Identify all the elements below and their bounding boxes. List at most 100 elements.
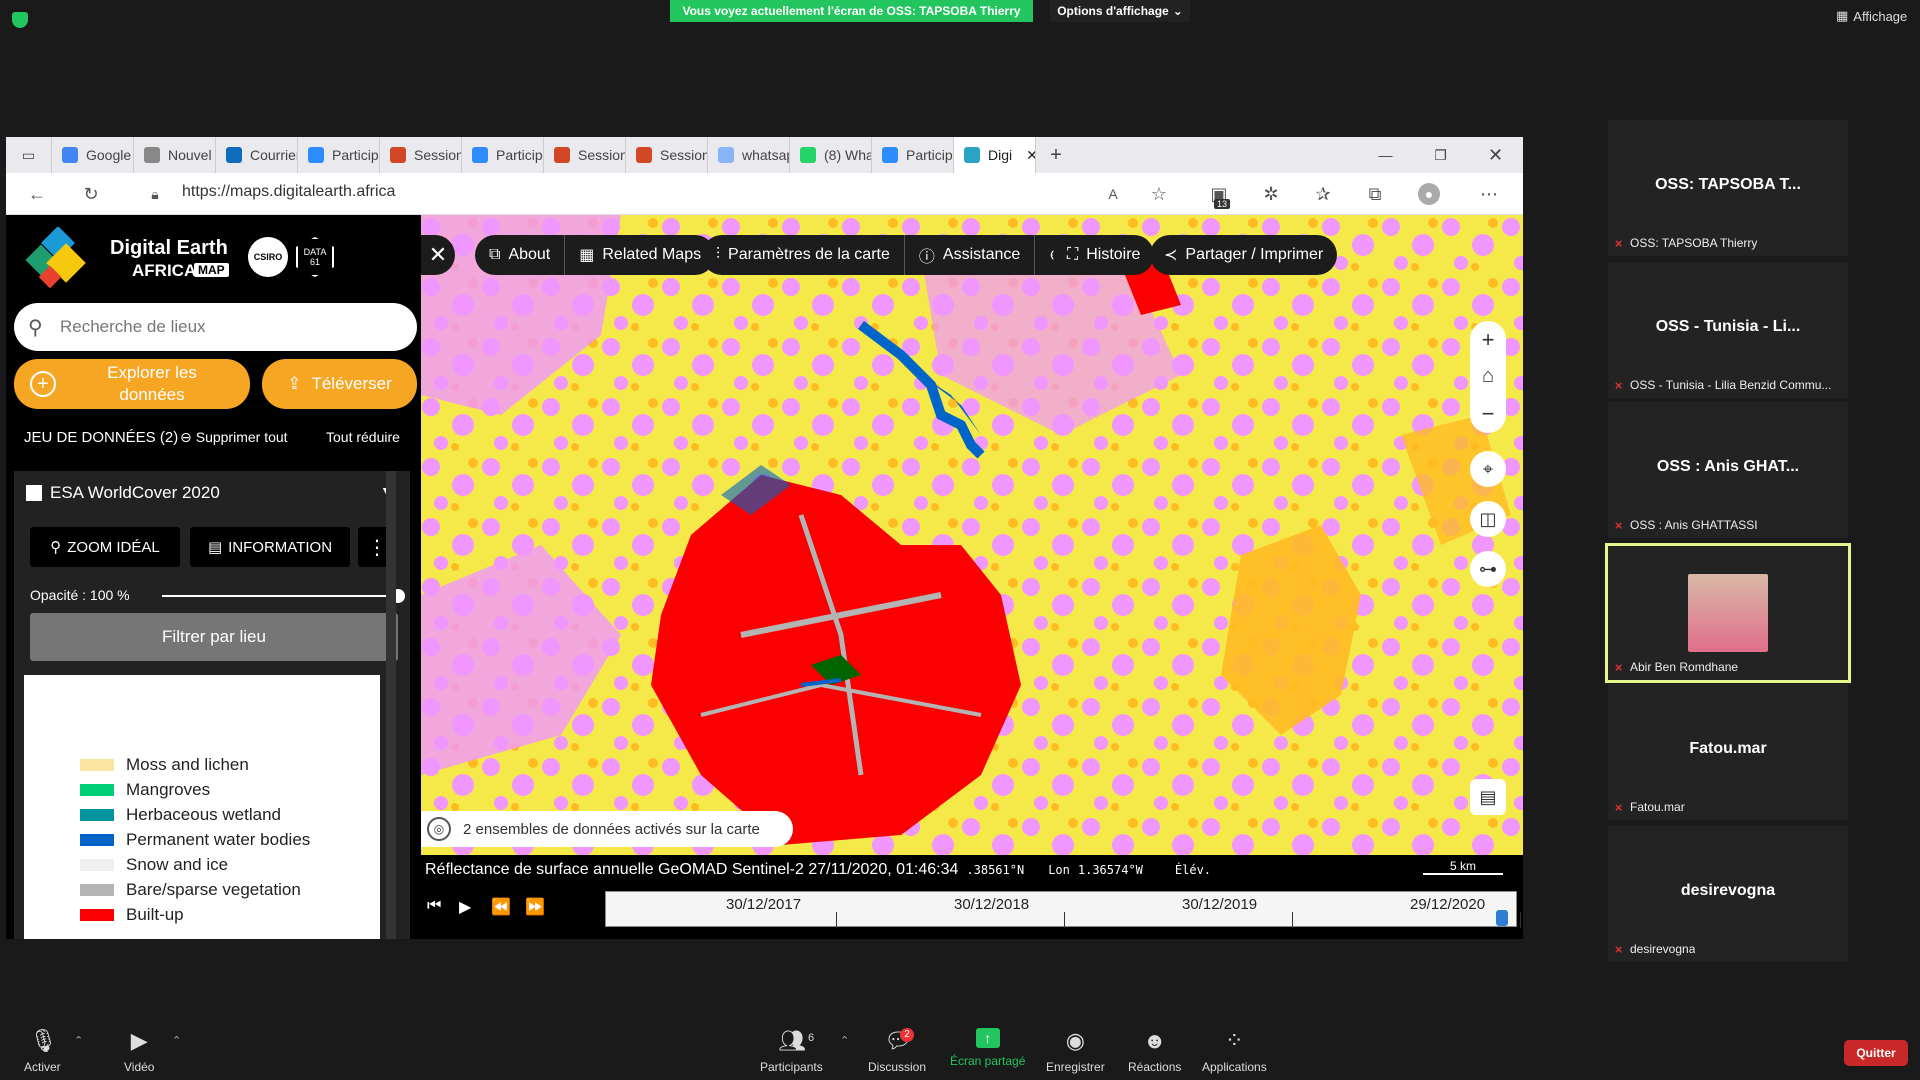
- related-maps-button[interactable]: ▦ Related Maps: [565, 235, 715, 275]
- upload-button[interactable]: ⇪ Téléverser: [262, 359, 417, 409]
- participant-tile[interactable]: OSS : Anis GHAT... ⨯ OSS : Anis GHATTASSI: [1608, 402, 1848, 538]
- participant-display-name: desirevogna: [1680, 882, 1776, 899]
- browser-tab[interactable]: Participa: [872, 137, 954, 173]
- profile-avatar-icon[interactable]: ●: [1418, 183, 1440, 205]
- favorites-icon[interactable]: ✰: [1312, 183, 1334, 205]
- browser-tab[interactable]: Google: [52, 137, 134, 173]
- refresh-icon[interactable]: ↻: [80, 183, 102, 205]
- browser-tab[interactable]: Session ·: [380, 137, 462, 173]
- more-menu-icon[interactable]: ⋯: [1478, 183, 1500, 205]
- timeline-track[interactable]: 30/12/2017 30/12/2018 30/12/2019 29/12/2020: [605, 891, 1521, 928]
- browser-tab[interactable]: Digi ✕: [954, 137, 1036, 173]
- home-icon[interactable]: ⌂: [1470, 365, 1506, 388]
- quit-button[interactable]: Quitter: [1844, 1040, 1908, 1066]
- rewind-icon[interactable]: ⏪: [491, 897, 511, 917]
- browser-tab[interactable]: Participa: [298, 137, 380, 173]
- zoom-out-icon[interactable]: −: [1470, 401, 1506, 427]
- active-datasets-indicator[interactable]: ◎ 2 ensembles de données activés sur la …: [421, 811, 793, 847]
- participant-name: Abir Ben Romdhane: [1630, 660, 1739, 674]
- feedback-icon[interactable]: ▤: [1470, 779, 1506, 815]
- audio-options-chevron-icon[interactable]: ⌃: [74, 1034, 83, 1047]
- video-options-chevron-icon[interactable]: ⌃: [172, 1034, 181, 1047]
- video-button[interactable]: ▶ Vidéo: [124, 1028, 154, 1074]
- close-window-icon[interactable]: ✕: [1468, 137, 1523, 173]
- explore-data-button[interactable]: + Explorer les données: [14, 359, 250, 409]
- information-button[interactable]: ▤ INFORMATION: [190, 527, 350, 567]
- participant-tile[interactable]: OSS: TAPSOBA T... ⨯ OSS: TAPSOBA Thierry: [1608, 120, 1848, 256]
- collapse-all-button[interactable]: Tout réduire: [326, 429, 400, 445]
- url-field[interactable]: https://maps.digitalearth.africa: [182, 183, 395, 201]
- scrollbar[interactable]: [386, 471, 396, 939]
- sidebar: Digital Earth AFRICA MAP CSIRO DATA 61 ⚲…: [6, 215, 421, 939]
- read-aloud-icon[interactable]: A: [1102, 183, 1124, 205]
- participant-name: OSS: TAPSOBA Thierry: [1630, 236, 1758, 250]
- collections-icon[interactable]: ⧉: [1364, 183, 1386, 205]
- play-icon[interactable]: ▶: [459, 897, 471, 917]
- help-button[interactable]: ⓘ Assistance: [905, 235, 1036, 275]
- filter-by-location-button[interactable]: Filtrer par lieu: [30, 613, 398, 661]
- legend-swatch: [80, 784, 114, 796]
- dataset-checkbox[interactable]: [26, 485, 42, 501]
- restore-icon[interactable]: ❐: [1413, 137, 1468, 173]
- tab-label: Session ·: [578, 147, 626, 163]
- browser-tab[interactable]: whatsap|: [708, 137, 790, 173]
- map-canvas[interactable]: ✕ ⧉ About ▦ Related Maps ⫶ Paramètres de la…: [421, 215, 1523, 855]
- minus-circle-icon: ⊖: [180, 429, 192, 445]
- participants-chevron-icon[interactable]: ⌃: [840, 1034, 849, 1047]
- participant-tile[interactable]: desirevogna ⨯ desirevogna: [1608, 826, 1848, 962]
- close-tab-icon[interactable]: ✕: [1026, 147, 1035, 164]
- reactions-button[interactable]: ☻ Réactions: [1128, 1028, 1181, 1074]
- ideal-zoom-button[interactable]: ⚲ ZOOM IDÉAL: [30, 527, 180, 567]
- favorite-add-icon[interactable]: ☆: [1148, 183, 1170, 205]
- location-search-input[interactable]: ⚲ Recherche de lieux: [14, 303, 417, 351]
- about-button[interactable]: ⧉ About: [475, 235, 566, 275]
- browser-tab[interactable]: Courrier: [216, 137, 298, 173]
- apps-button[interactable]: ⁘ Applications: [1202, 1028, 1267, 1074]
- browser-tab[interactable]: Participa: [462, 137, 544, 173]
- participant-tile[interactable]: Fatou.mar ⨯ Fatou.mar: [1608, 684, 1848, 820]
- back-icon[interactable]: ←: [26, 183, 48, 205]
- participant-tile[interactable]: OSS - Tunisia - Li... ⨯ OSS - Tunisia - Li…: [1608, 262, 1848, 398]
- participant-tile[interactable]: ⨯ Abir Ben Romdhane: [1605, 543, 1851, 683]
- share-screen-button[interactable]: ↑ Écran partagé: [950, 1028, 1025, 1068]
- help-label: Assistance: [942, 246, 1021, 263]
- security-shield-icon[interactable]: [12, 12, 28, 28]
- display-button[interactable]: ▦ Affichage: [1836, 8, 1907, 24]
- zoom-in-icon[interactable]: +: [1470, 327, 1506, 353]
- story-button[interactable]: ⛶ Histoire: [1053, 235, 1155, 275]
- opacity-slider-track[interactable]: [162, 595, 398, 597]
- record-button[interactable]: ◉ Enregistrer: [1046, 1028, 1105, 1074]
- browser-tab[interactable]: (8) What: [790, 137, 872, 173]
- unmute-button[interactable]: 🎙︎ Activer: [24, 1028, 61, 1074]
- remove-all-button[interactable]: ⊖ Supprimer tout: [180, 429, 288, 446]
- share-icon: ≺: [1164, 247, 1178, 264]
- skip-back-icon[interactable]: ⏮: [427, 897, 441, 915]
- browser-tab[interactable]: Nouvel c: [134, 137, 216, 173]
- timeline-tick: [1064, 912, 1065, 928]
- new-tab-icon[interactable]: +: [1036, 137, 1076, 173]
- timeline-tick: [1292, 912, 1293, 928]
- participants-label: Participants: [760, 1060, 823, 1074]
- browser-tab[interactable]: Session ·: [544, 137, 626, 173]
- legend-item: Moss and lichen: [80, 755, 249, 775]
- ideal-zoom-label: ZOOM IDÉAL: [67, 538, 160, 556]
- sidebar-toggle-icon[interactable]: ▭: [6, 137, 52, 173]
- dataset-card: ESA WorldCover 2020 ▼ ⚲ ZOOM IDÉAL ▤ INF…: [14, 471, 410, 939]
- apps-icon: ⁘: [1225, 1028, 1244, 1053]
- share-print-button[interactable]: ≺ Partager / Imprimer: [1150, 235, 1338, 275]
- timeline-handle[interactable]: [1496, 910, 1508, 926]
- timeline-date: 29/12/2020: [1410, 896, 1486, 913]
- info-icon: ▤: [207, 539, 223, 556]
- my-location-icon[interactable]: ⌖: [1470, 451, 1506, 487]
- view-options-dropdown[interactable]: Options d'affichage ⌄: [1050, 0, 1190, 22]
- minimize-icon[interactable]: —: [1358, 137, 1413, 173]
- fast-forward-icon[interactable]: ⏩: [525, 897, 545, 917]
- map-settings-button[interactable]: ⫶ Paramètres de la carte: [702, 235, 905, 275]
- legend-swatch: [80, 909, 114, 921]
- compare-icon[interactable]: ◫: [1470, 501, 1506, 537]
- browser-tab[interactable]: Session ·: [626, 137, 708, 173]
- chat-button[interactable]: 💬︎ Discussion: [868, 1028, 926, 1074]
- extensions-puzzle-icon[interactable]: ✲: [1260, 183, 1282, 205]
- lock-icon[interactable]: 🔒︎: [144, 183, 166, 205]
- measure-icon[interactable]: ⊶: [1470, 551, 1506, 587]
